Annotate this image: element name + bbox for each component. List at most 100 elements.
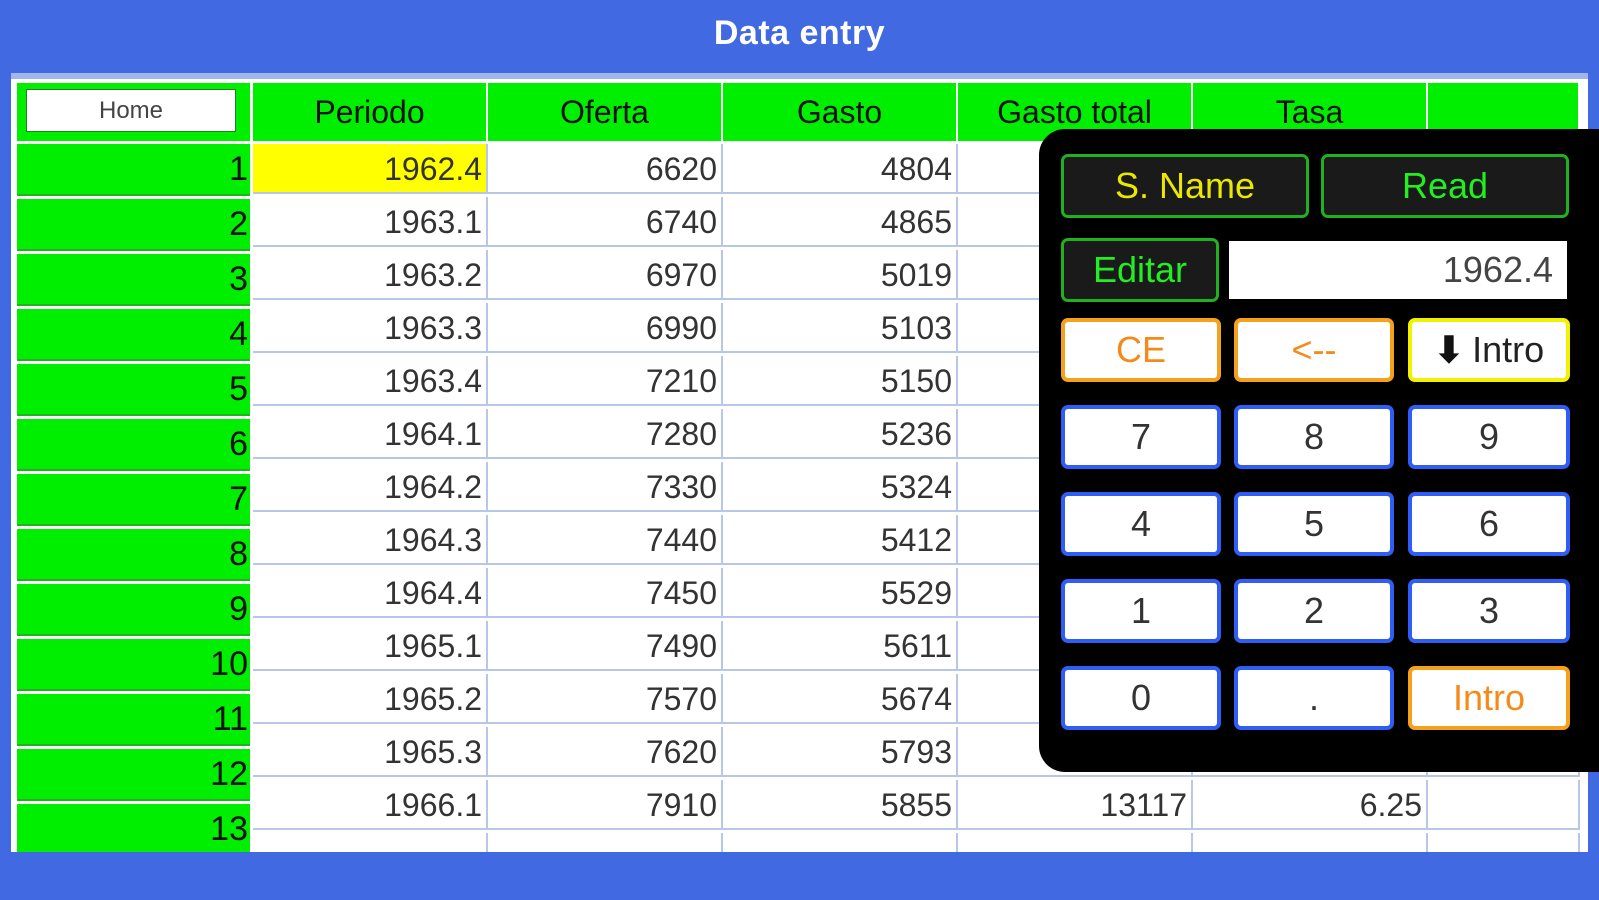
row-number: 12 [210, 755, 248, 793]
table-cell[interactable] [1428, 780, 1580, 830]
edit-button[interactable]: Editar [1061, 238, 1219, 302]
intro-arrow-button[interactable]: ⬇ Intro [1408, 318, 1570, 382]
table-cell[interactable]: 7210 [488, 356, 723, 406]
table-cell[interactable]: 7570 [488, 674, 723, 724]
table-cell[interactable]: 1964.3 [253, 515, 488, 565]
table-cell[interactable]: 1964.1 [253, 409, 488, 459]
table-cell[interactable]: 1965.2 [253, 674, 488, 724]
row-header[interactable]: 1 [17, 144, 250, 196]
table-cell[interactable]: 5793 [723, 727, 958, 777]
table-cell[interactable] [958, 833, 1193, 852]
row-header[interactable]: 7 [17, 474, 250, 526]
key-8[interactable]: 8 [1234, 405, 1394, 469]
key-9[interactable]: 9 [1408, 405, 1570, 469]
s-name-button[interactable]: S. Name [1061, 154, 1309, 218]
keypad-display[interactable]: 1962.4 [1229, 241, 1567, 299]
table-cell[interactable] [488, 833, 723, 852]
table-cell[interactable]: 5324 [723, 462, 958, 512]
table-cell[interactable]: 7910 [488, 780, 723, 830]
intro-arrow-label: Intro [1472, 329, 1545, 370]
key-7[interactable]: 7 [1061, 405, 1221, 469]
table-cell[interactable]: 6.25 [1193, 780, 1428, 830]
home-button[interactable]: Home [26, 89, 236, 132]
key-4[interactable]: 4 [1061, 492, 1221, 556]
row-header[interactable]: 11 [17, 694, 250, 746]
row-header[interactable]: 10 [17, 639, 250, 691]
row-headers: 1234567891011121314 [17, 144, 250, 852]
table-cell[interactable]: 1963.1 [253, 197, 488, 247]
key-6[interactable]: 6 [1408, 492, 1570, 556]
table-cell[interactable]: 7620 [488, 727, 723, 777]
table-cell[interactable]: 5529 [723, 568, 958, 618]
table-cell[interactable]: 5674 [723, 674, 958, 724]
table-cell[interactable]: 1965.3 [253, 727, 488, 777]
table-cell[interactable]: 6970 [488, 250, 723, 300]
table-cell[interactable] [723, 833, 958, 852]
table-cell[interactable]: 5855 [723, 780, 958, 830]
row-header[interactable]: 2 [17, 199, 250, 251]
table-cell[interactable]: 7330 [488, 462, 723, 512]
table-cell[interactable]: 5019 [723, 250, 958, 300]
table-cell[interactable]: 1964.4 [253, 568, 488, 618]
table-cell[interactable]: 4865 [723, 197, 958, 247]
table-cell[interactable]: 7280 [488, 409, 723, 459]
table-cell[interactable]: 5103 [723, 303, 958, 353]
column-header[interactable]: Periodo [253, 83, 486, 141]
key-1[interactable]: 1 [1061, 579, 1221, 643]
table-cell[interactable]: 7450 [488, 568, 723, 618]
table-cell[interactable] [1193, 833, 1428, 852]
key-5[interactable]: 5 [1234, 492, 1394, 556]
column-header[interactable]: Oferta [488, 83, 721, 141]
row-header[interactable]: 4 [17, 309, 250, 361]
row-number: 6 [229, 425, 248, 463]
key-0[interactable]: 0 [1061, 666, 1221, 730]
row-number: 11 [212, 700, 248, 738]
numeric-keypad: S. Name Read Editar 1962.4 CE <-- ⬇ Intr… [1039, 129, 1599, 772]
table-cell[interactable] [1428, 833, 1580, 852]
clear-entry-button[interactable]: CE [1061, 318, 1221, 382]
row-header[interactable]: 8 [17, 529, 250, 581]
table-cell[interactable]: 6740 [488, 197, 723, 247]
row-header[interactable]: 9 [17, 584, 250, 636]
table-cell[interactable] [253, 833, 488, 852]
grid-top-border [11, 73, 1588, 79]
table-cell[interactable]: 1964.2 [253, 462, 488, 512]
table-cell[interactable]: 6620 [488, 144, 723, 194]
key-decimal[interactable]: . [1234, 666, 1394, 730]
row-header[interactable]: 5 [17, 364, 250, 416]
table-cell[interactable]: 5611 [723, 621, 958, 671]
table-cell[interactable]: 13117 [958, 780, 1193, 830]
row-header[interactable]: 6 [17, 419, 250, 471]
key-2[interactable]: 2 [1234, 579, 1394, 643]
column-header[interactable]: Gasto [723, 83, 956, 141]
row-header[interactable]: 12 [17, 749, 250, 801]
table-cell[interactable]: 5236 [723, 409, 958, 459]
arrow-down-icon: ⬇ [1433, 329, 1465, 370]
row-number: 3 [229, 260, 248, 298]
backspace-button[interactable]: <-- [1234, 318, 1394, 382]
row-number: 1 [229, 150, 248, 188]
table-cell[interactable]: 4804 [723, 144, 958, 194]
intro-button[interactable]: Intro [1408, 666, 1570, 730]
table-cell[interactable]: 5412 [723, 515, 958, 565]
key-3[interactable]: 3 [1408, 579, 1570, 643]
row-number: 8 [229, 535, 248, 573]
row-number: 9 [229, 590, 248, 628]
table-cell[interactable]: 1963.4 [253, 356, 488, 406]
row-number: 2 [229, 205, 248, 243]
table-cell[interactable]: 1963.2 [253, 250, 488, 300]
row-number: 4 [229, 315, 248, 353]
table-cell[interactable]: 7440 [488, 515, 723, 565]
row-header[interactable]: 13 [17, 804, 250, 852]
table-cell[interactable]: 1962.4 [253, 144, 488, 194]
page-title: Data entry [713, 14, 886, 52]
table-cell[interactable]: 1966.1 [253, 780, 488, 830]
row-header[interactable]: 3 [17, 254, 250, 306]
table-cell[interactable]: 5150 [723, 356, 958, 406]
read-button[interactable]: Read [1321, 154, 1569, 218]
row-number: 13 [210, 810, 248, 848]
table-cell[interactable]: 1963.3 [253, 303, 488, 353]
table-cell[interactable]: 6990 [488, 303, 723, 353]
table-cell[interactable]: 7490 [488, 621, 723, 671]
table-cell[interactable]: 1965.1 [253, 621, 488, 671]
